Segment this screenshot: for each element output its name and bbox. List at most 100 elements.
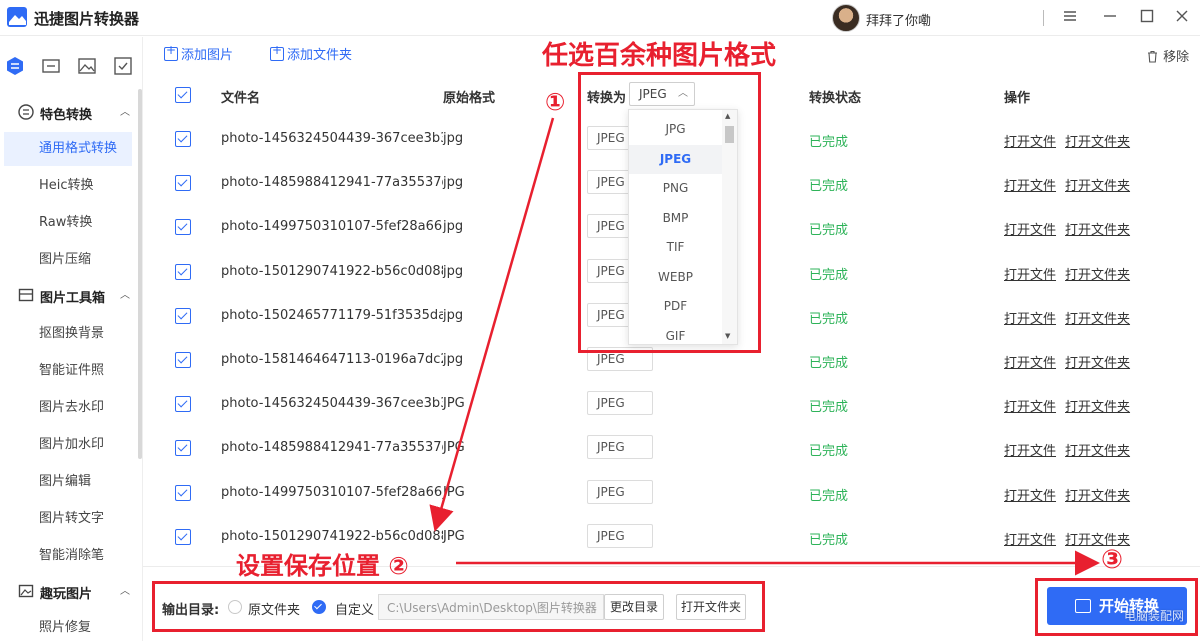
sidebar-item-photo-repair[interactable]: 照片修复 <box>4 611 132 641</box>
original-format: JPG <box>443 484 465 500</box>
sidebar-item-remove-watermark[interactable]: 图片去水印 <box>4 391 132 425</box>
sidebar-item-edit[interactable]: 图片编辑 <box>4 465 132 499</box>
target-format-select[interactable]: JPEG <box>587 435 653 460</box>
row-actions: 打开文件 打开文件夹 <box>1004 396 1139 415</box>
original-format: JPG <box>443 528 465 544</box>
chevron-up-icon: ︿ <box>120 290 130 301</box>
sidebar-item-raw[interactable]: Raw转换 <box>4 206 132 240</box>
chevron-up-icon: ︿ <box>120 586 130 597</box>
row-checkbox[interactable] <box>175 528 191 545</box>
row-checkbox[interactable] <box>175 440 191 457</box>
sidebar-item-general-convert[interactable]: 通用格式转换 <box>4 132 132 166</box>
target-format-select[interactable]: JPEG <box>587 479 653 504</box>
select-all-checkbox[interactable] <box>175 87 191 103</box>
row-actions: 打开文件 打开文件夹 <box>1004 131 1139 150</box>
open-folder-link[interactable]: 打开文件夹 <box>1065 444 1130 459</box>
home-icon[interactable] <box>4 55 26 77</box>
open-folder-link[interactable]: 打开文件夹 <box>1065 489 1130 504</box>
open-folder-link[interactable]: 打开文件夹 <box>1065 400 1130 415</box>
fun-image-icon <box>18 584 34 598</box>
row-checkbox[interactable] <box>175 484 191 501</box>
status-badge: 已完成 <box>809 400 849 416</box>
open-file-link[interactable]: 打开文件 <box>1004 312 1056 327</box>
row-checkbox[interactable] <box>175 263 191 280</box>
add-folder-icon <box>270 43 284 61</box>
status-badge: 已完成 <box>809 223 849 239</box>
file-name: photo-1501290741922-b56c0d0884af <box>221 263 443 279</box>
open-file-link[interactable]: 打开文件 <box>1004 135 1056 150</box>
app-logo-icon <box>7 7 27 27</box>
convert-icon[interactable] <box>40 55 62 77</box>
sidebar-group-toolbox[interactable]: 图片工具箱 ︿ <box>0 280 143 312</box>
row-checkbox[interactable] <box>175 175 191 192</box>
file-name: photo-1456324504439-367cee3b3c32 <box>221 396 443 412</box>
annotation-step3: ③ <box>1101 545 1124 575</box>
table-row[interactable]: photo-1456324504439-367cee3b3c32JPG JPEG 已… <box>160 382 1190 426</box>
open-file-link[interactable]: 打开文件 <box>1004 268 1056 283</box>
convert-circle-icon <box>18 104 34 120</box>
file-name: photo-1502465771179-51f3535da42c <box>221 307 443 323</box>
menu-icon[interactable] <box>1060 8 1080 28</box>
maximize-icon[interactable] <box>1137 8 1157 28</box>
sidebar-group-label: 趣玩图片 <box>40 587 93 602</box>
app-title: 迅捷图片转换器 <box>34 10 140 28</box>
status-badge: 已完成 <box>809 311 849 327</box>
row-checkbox[interactable] <box>175 307 191 324</box>
target-format-select[interactable]: JPEG <box>587 523 653 548</box>
target-format-select[interactable]: JPEG <box>587 391 653 416</box>
sidebar-item-ocr[interactable]: 图片转文字 <box>4 502 132 536</box>
open-file-link[interactable]: 打开文件 <box>1004 400 1056 415</box>
row-checkbox[interactable] <box>175 396 191 413</box>
status-badge: 已完成 <box>809 135 849 150</box>
file-name: photo-1485988412941-77a35537dae4 <box>221 175 443 191</box>
sidebar: 特色转换 ︿ 通用格式转换 Heic转换 Raw转换 图片压缩 图片工具箱 ︿ … <box>0 37 143 641</box>
open-folder-link[interactable]: 打开文件夹 <box>1065 356 1130 371</box>
open-folder-link[interactable]: 打开文件夹 <box>1065 223 1130 238</box>
remove-button[interactable]: 移除 <box>1146 46 1189 65</box>
open-file-link[interactable]: 打开文件 <box>1004 533 1056 548</box>
open-file-link[interactable]: 打开文件 <box>1004 356 1056 371</box>
status-badge: 已完成 <box>809 179 849 195</box>
remove-label: 移除 <box>1163 50 1190 65</box>
table-row[interactable]: photo-1499750310107-5fef28a66643 JPG JPEG 已… <box>160 471 1190 515</box>
sidebar-item-cutout[interactable]: 抠图换背景 <box>4 317 132 351</box>
open-folder-link[interactable]: 打开文件夹 <box>1065 312 1130 327</box>
original-format: jpg <box>443 131 464 146</box>
sidebar-item-heic[interactable]: Heic转换 <box>4 169 132 203</box>
sidebar-item-eraser[interactable]: 智能消除笔 <box>4 539 132 573</box>
open-file-link[interactable]: 打开文件 <box>1004 223 1056 238</box>
open-folder-link[interactable]: 打开文件夹 <box>1065 135 1130 150</box>
add-image-button[interactable]: 添加图片 <box>164 43 233 66</box>
open-file-link[interactable]: 打开文件 <box>1004 444 1056 459</box>
row-checkbox[interactable] <box>175 219 191 236</box>
original-format: jpg <box>443 263 464 279</box>
avatar[interactable] <box>832 4 860 32</box>
status-badge: 已完成 <box>809 444 849 460</box>
sidebar-item-compress[interactable]: 图片压缩 <box>4 243 132 277</box>
file-name: photo-1499750310107-5fef28a66643 <box>221 484 443 500</box>
row-actions: 打开文件 打开文件夹 <box>1004 219 1139 238</box>
annotation-save-caption: 设置保存位置 ② <box>236 552 409 580</box>
row-checkbox[interactable] <box>175 131 191 147</box>
row-checkbox[interactable] <box>175 352 191 368</box>
check-square-icon[interactable] <box>112 55 134 77</box>
sidebar-scrollbar[interactable] <box>138 89 142 459</box>
open-file-link[interactable]: 打开文件 <box>1004 489 1056 504</box>
file-name: photo-1499750310107-5fef28a66643 <box>221 219 443 235</box>
open-folder-link[interactable]: 打开文件夹 <box>1065 179 1130 194</box>
sidebar-item-add-watermark[interactable]: 图片加水印 <box>4 428 132 462</box>
close-icon[interactable] <box>1172 8 1192 28</box>
sidebar-item-id-photo[interactable]: 智能证件照 <box>4 354 132 388</box>
trash-icon <box>1148 50 1157 63</box>
table-row[interactable]: photo-1485988412941-77a35537dae4JPG JPEG 已… <box>160 426 1190 470</box>
sidebar-group-fun[interactable]: 趣玩图片 ︿ <box>0 576 143 608</box>
username[interactable]: 拜拜了你嘞 <box>866 10 931 29</box>
status-badge: 已完成 <box>809 488 849 504</box>
add-folder-button[interactable]: 添加文件夹 <box>270 43 352 66</box>
minimize-icon[interactable] <box>1100 8 1120 28</box>
sidebar-group-special[interactable]: 特色转换 ︿ <box>0 97 143 129</box>
original-format: JPG <box>443 396 465 412</box>
open-folder-link[interactable]: 打开文件夹 <box>1065 268 1130 283</box>
open-file-link[interactable]: 打开文件 <box>1004 179 1056 194</box>
image-icon[interactable] <box>76 55 98 77</box>
